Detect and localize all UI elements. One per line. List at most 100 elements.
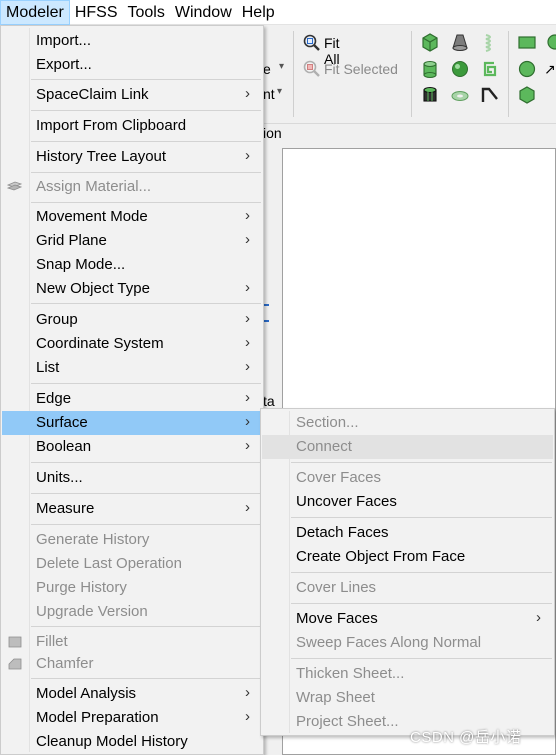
panel-header-partial-label: ion [263, 125, 282, 141]
menu-item-history-tree-layout[interactable]: History Tree Layout › [2, 145, 262, 169]
spiral-icon[interactable] [480, 59, 500, 79]
cone-icon[interactable] [450, 32, 470, 52]
menu-item-purge-history[interactable]: Purge History [2, 576, 262, 600]
toolbar-partial-label: nt [263, 86, 275, 102]
regular-polyhedron-icon[interactable] [420, 85, 440, 105]
menu-item-label: Create Object From Face [296, 548, 466, 565]
menu-hfss[interactable]: HFSS [70, 0, 123, 25]
menu-item-assign-material[interactable]: Assign Material... [2, 175, 262, 199]
menu-separator [31, 110, 261, 111]
menu-item-label: Delete Last Operation [36, 555, 182, 572]
menu-item-measure[interactable]: Measure › [2, 497, 262, 521]
menu-item-label: Model Preparation [36, 709, 159, 726]
zoom-selected-icon [303, 60, 320, 77]
menu-item-label: Coordinate System [36, 335, 164, 352]
menu-item-model-preparation[interactable]: Model Preparation › [2, 706, 262, 730]
chevron-right-icon: › [245, 413, 250, 430]
menu-item-label: Boolean [36, 438, 92, 455]
menu-separator [31, 493, 261, 494]
menu-item-label: Chamfer [36, 655, 94, 672]
menu-item-uncover-faces[interactable]: Uncover Faces [262, 490, 553, 514]
menu-item-label: Units... [36, 469, 83, 486]
helix-icon[interactable] [480, 32, 500, 52]
menu-modeler[interactable]: Modeler [0, 0, 70, 25]
menu-item-upgrade-version[interactable]: Upgrade Version [2, 600, 262, 624]
menu-item-label: Import... [36, 32, 92, 49]
menu-item-import[interactable]: Import... [2, 29, 262, 53]
menu-item-sweep-faces-along-normal[interactable]: Sweep Faces Along Normal [262, 631, 553, 655]
menu-item-new-object-type[interactable]: New Object Type › [2, 277, 262, 301]
menu-item-grid-plane[interactable]: Grid Plane › [2, 229, 262, 253]
menu-item-fillet[interactable]: Fillet [2, 630, 262, 654]
menu-item-label: Thicken Sheet... [296, 665, 405, 682]
chevron-right-icon: › [245, 279, 250, 296]
menu-item-spaceclaim-link[interactable]: SpaceClaim Link › [2, 83, 262, 107]
menu-item-generate-history[interactable]: Generate History [2, 528, 262, 552]
menu-item-export[interactable]: Export... [2, 53, 262, 77]
cylinder-icon[interactable] [420, 59, 440, 79]
menu-item-wrap-sheet[interactable]: Wrap Sheet [262, 686, 553, 710]
regular-polygon-icon[interactable] [517, 85, 537, 105]
toolbar-separator [293, 31, 294, 117]
box-icon[interactable] [420, 32, 440, 52]
chevron-right-icon: › [245, 334, 250, 351]
menu-item-edge[interactable]: Edge › [2, 387, 262, 411]
menu-separator [291, 517, 552, 518]
menu-separator [31, 141, 261, 142]
menu-item-cover-lines[interactable]: Cover Lines [262, 576, 553, 600]
menu-item-surface[interactable]: Surface › [2, 411, 262, 435]
menu-item-units[interactable]: Units... [2, 466, 262, 490]
menu-item-label: Model Analysis [36, 685, 137, 702]
menu-window[interactable]: Window [170, 0, 237, 25]
menu-item-create-object-from-face[interactable]: Create Object From Face [262, 545, 553, 569]
menu-item-connect[interactable]: Connect [262, 435, 553, 459]
menu-item-thicken-sheet[interactable]: Thicken Sheet... [262, 662, 553, 686]
rectangle-icon[interactable] [517, 32, 537, 52]
menu-item-cleanup-model-history[interactable]: Cleanup Model History [2, 730, 262, 754]
chevron-right-icon: › [536, 609, 541, 626]
menu-item-label: Snap Mode... [36, 256, 126, 273]
menu-item-label: Cleanup Model History [36, 733, 188, 750]
menu-separator [31, 202, 261, 203]
polyline-partial-icon[interactable]: ↗ [544, 61, 556, 78]
modeler-menu: Import... Export... SpaceClaim Link › Imp… [0, 25, 264, 755]
menu-item-label: Sweep Faces Along Normal [296, 634, 482, 651]
menu-item-section[interactable]: Section... [262, 411, 553, 435]
menu-item-import-from-clipboard[interactable]: Import From Clipboard [2, 114, 262, 138]
circle-partial-icon[interactable] [545, 32, 556, 52]
menu-separator [31, 626, 261, 627]
menu-item-model-analysis[interactable]: Model Analysis › [2, 682, 262, 706]
menu-item-label: Generate History [36, 531, 150, 548]
sphere-icon[interactable] [450, 59, 470, 79]
menu-item-group[interactable]: Group › [2, 308, 262, 332]
menu-item-cover-faces[interactable]: Cover Faces [262, 466, 553, 490]
menu-item-snap-mode[interactable]: Snap Mode... [2, 253, 262, 277]
menu-item-label: History Tree Layout [36, 148, 167, 165]
circle-icon[interactable] [517, 59, 537, 79]
menu-item-delete-last-operation[interactable]: Delete Last Operation [2, 552, 262, 576]
menu-item-label: Export... [36, 56, 92, 73]
menu-item-label: Cover Lines [296, 579, 377, 596]
torus-icon[interactable] [450, 85, 470, 105]
menu-item-label: Wrap Sheet [296, 689, 375, 706]
menu-item-label: Detach Faces [296, 524, 389, 541]
menu-separator [31, 172, 261, 173]
menu-item-boolean[interactable]: Boolean › [2, 435, 262, 459]
menu-item-move-faces[interactable]: Move Faces › [262, 607, 553, 631]
menu-item-list[interactable]: List › [2, 356, 262, 380]
menu-item-movement-mode[interactable]: Movement Mode › [2, 205, 262, 229]
menu-item-detach-faces[interactable]: Detach Faces [262, 521, 553, 545]
menu-help[interactable]: Help [237, 0, 280, 25]
bondwire-icon[interactable] [480, 85, 500, 105]
menu-item-coordinate-system[interactable]: Coordinate System › [2, 332, 262, 356]
menu-bar: Modeler HFSS Tools Window Help [0, 0, 556, 25]
menu-item-label: Connect [296, 438, 352, 455]
menu-separator [291, 603, 552, 604]
menu-tools[interactable]: Tools [122, 0, 169, 25]
menu-item-label: Movement Mode [36, 208, 148, 225]
toolbar-partial-label: e [263, 61, 271, 77]
menu-item-chamfer[interactable]: Chamfer [2, 652, 262, 676]
dropdown-arrow-icon: ▾ [279, 61, 285, 72]
menu-item-label: Surface [36, 414, 88, 431]
menu-item-label: Edge [36, 390, 72, 407]
